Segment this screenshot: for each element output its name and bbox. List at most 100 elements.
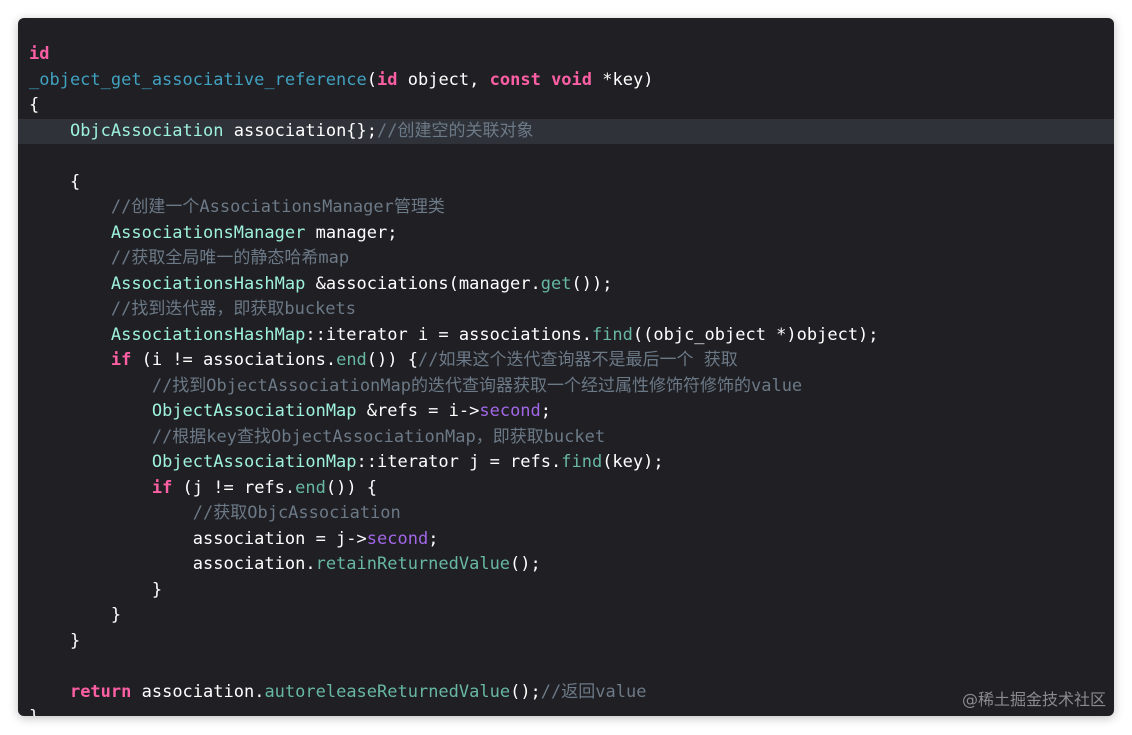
code-token: if [151,477,173,498]
code-token: (j != refs. [172,477,296,498]
code-token: AssociationsManager [110,222,306,243]
code-token: (i != associations. [131,350,337,370]
code-token: &refs = i-> [356,401,480,421]
code-token: retainReturnedValue [315,554,511,574]
code-token: //创建一个AssociationsManager管理类 [110,197,445,217]
code-token: find [561,452,603,472]
code-token: association. [131,681,265,702]
code-token: } [29,630,81,651]
code-line: return association.autoreleaseReturnedVa… [18,680,1114,706]
code-token: *key) [592,69,654,90]
code-token: second [479,401,541,421]
code-line: association.retainReturnedValue(); [18,552,1114,578]
code-token: object, [397,69,490,90]
code-token: ObjectAssociationMap [151,452,357,472]
code-token: void [551,69,593,90]
code-token: ObjectAssociationMap [151,401,357,421]
code-line: //根据key查找ObjectAssociationMap，即获取bucket [18,425,1114,451]
code-token: get [540,273,572,294]
code-token: association. [29,554,316,574]
code-line: if (j != refs.end()) { [18,476,1114,502]
code-line: _object_get_associative_reference(id obj… [18,68,1114,94]
code-line: //创建一个AssociationsManager管理类 [18,195,1114,221]
code-token: end [295,477,326,498]
code-line: association = j->second; [18,527,1114,553]
code-token: &associations(manager. [305,273,541,294]
code-line: AssociationsHashMap &associations(manage… [18,272,1114,298]
code-line: } [18,705,1114,716]
code-line: } [18,603,1114,629]
code-token: } [29,579,163,600]
code-token: _object_get_associative_reference [29,69,367,90]
code-token: AssociationsHashMap [110,273,306,294]
code-line: //找到ObjectAssociationMap的迭代查询器获取一个经过属性修饰… [18,374,1114,400]
code-token: //如果这个迭代查询器不是最后一个 获取 [417,350,738,370]
code-line: //获取ObjcAssociation [18,501,1114,527]
code-token: (); [510,554,541,574]
code-line: AssociationsHashMap::iterator i = associ… [18,323,1114,349]
code-token: const [489,69,541,90]
code-line: { [18,170,1114,196]
code-token: //返回value [540,681,647,702]
code-token: ((objc_object *)object); [632,324,879,345]
code-token: association{}; [223,120,378,141]
code-line: ObjcAssociation association{};//创建空的关联对象 [18,118,1114,144]
code-token: association = j-> [29,528,367,549]
code-token: ()); [571,273,613,294]
code-token: //获取ObjcAssociation [192,503,401,523]
code-token: ; [540,401,552,421]
code-token: ()) { [325,477,378,498]
code-line: id [18,42,1114,68]
code-token: find [591,324,633,345]
code-token: ::iterator i = associations. [305,324,592,345]
code-token: ( [366,69,378,90]
code-token: //根据key查找ObjectAssociationMap，即获取bucket [151,426,606,447]
code-line: AssociationsManager manager; [18,221,1114,247]
code-token: //获取全局唯一的静态哈希map [110,248,350,268]
code-token: autoreleaseReturnedValue [264,681,511,702]
code-block[interactable]: id _object_get_associative_reference(id o… [18,42,1114,716]
code-line: if (i != associations.end()) {//如果这个迭代查询… [18,348,1114,374]
code-token: id [29,44,50,64]
code-line: } [18,629,1114,655]
code-token: (); [510,681,541,702]
code-line: ObjectAssociationMap::iterator j = refs.… [18,450,1114,476]
code-line: { [18,93,1114,119]
code-token: id [377,69,398,90]
code-token: ; [428,528,439,549]
code-token: ::iterator j = refs. [356,452,562,472]
code-line: //获取全局唯一的静态哈希map [18,246,1114,272]
code-token: { [29,95,40,115]
code-line: ObjectAssociationMap &refs = i->second; [18,399,1114,425]
watermark: @稀土掘金技术社区 [961,690,1106,709]
code-token: (key); [602,452,664,472]
code-editor-window: id _object_get_associative_reference(id o… [18,18,1114,716]
code-token: end [336,350,367,370]
code-token: //找到ObjectAssociationMap的迭代查询器获取一个经过属性修饰… [151,375,803,396]
code-token: ()) { [366,350,418,370]
code-token: { [29,171,81,192]
code-token: } [29,605,122,625]
code-token: //创建空的关联对象 [377,120,534,141]
code-token: AssociationsHashMap [110,324,306,345]
code-token: return [69,681,132,702]
code-token: //找到迭代器，即获取buckets [110,299,357,319]
code-line: //找到迭代器，即获取buckets [18,297,1114,323]
